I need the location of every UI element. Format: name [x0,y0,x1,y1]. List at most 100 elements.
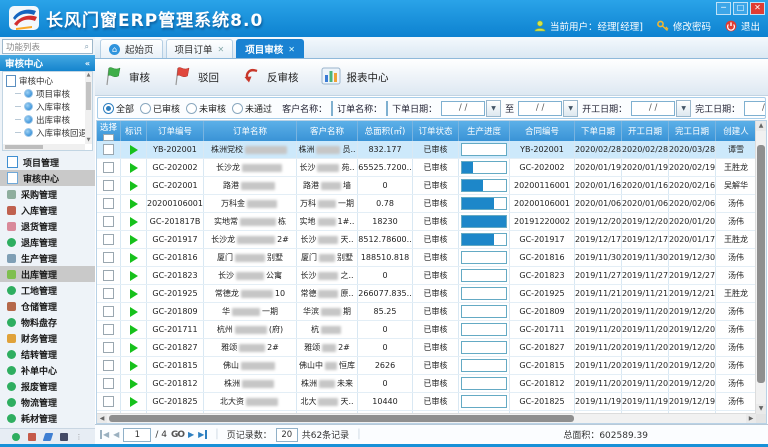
sidebar-item-10[interactable]: 仓储管理 [0,298,95,314]
row-checkbox[interactable] [103,270,114,281]
more-icon[interactable]: ⋮ [76,433,84,441]
sidebar-item-1[interactable]: 项目管理 [0,154,95,170]
column-header-8[interactable]: 合同编号 [510,121,575,141]
next-page-icon[interactable]: ▶ [188,430,194,439]
radio-icon[interactable] [103,103,114,114]
table-row[interactable]: GC-201816厦门别墅厦门别墅188510.818已审核GC-2018162… [97,249,756,267]
scroll-right-icon[interactable]: ▶ [746,414,756,423]
row-checkbox[interactable] [103,378,114,389]
row-checkbox[interactable] [103,252,114,263]
horizontal-scrollbar[interactable]: ◀ ▶ [97,413,756,423]
vertical-scrollbar[interactable]: ▲ ▼ [755,121,766,414]
row-checkbox[interactable] [103,306,114,317]
sidebar-item-7[interactable]: 生产管理 [0,250,95,266]
function-search-input[interactable]: 功能列表 ⌕ [2,39,93,54]
table-row[interactable]: GC-202002长沙龙长沙苑..65525.7200..已审核GC-20200… [97,159,756,177]
column-header-10[interactable]: 开工日期 [622,121,669,141]
table-row[interactable]: GC-201823长沙公寓长沙之..0已审核GC-2018232019/11/2… [97,267,756,285]
radio-option-已审核[interactable]: 已审核 [140,102,180,115]
order-name-input[interactable] [386,101,388,116]
radio-icon[interactable] [140,103,151,114]
row-checkbox[interactable] [103,162,114,173]
table-row[interactable]: GC-201817B实地常栋实地1#..18230已审核201912200022… [97,213,756,231]
calendar-dropdown-icon[interactable]: ▼ [486,100,501,117]
table-row[interactable]: GC-201711杭州(府)杭0已审核GC-2017112019/11/2020… [97,321,756,339]
table-row[interactable]: GC-201825北大资北大天..10440已审核GC-2018252019/1… [97,393,756,411]
sidebar-item-5[interactable]: 退货管理 [0,218,95,234]
sidebar-item-9[interactable]: 工地管理 [0,282,95,298]
tab-项目订单[interactable]: 项目订单✕ [166,39,234,58]
column-header-1[interactable]: 标识 [121,121,147,141]
scroll-left-icon[interactable]: ◀ [97,414,107,423]
tree-vertical-scrollbar[interactable]: ▲ ▼ [85,72,92,144]
select-all-checkbox[interactable] [103,134,114,141]
unapprove-button[interactable]: 反审核 [241,66,299,89]
table-row[interactable]: GC-201815佛山佛山中恒库2626已审核GC-2018152019/11/… [97,357,756,375]
sidebar-item-8[interactable]: 出库管理 [0,266,95,282]
change-password-button[interactable]: 修改密码 [657,19,711,33]
first-page-icon[interactable]: ◀ [100,430,109,439]
sidebar-item-11[interactable]: 物料盘存 [0,314,95,330]
radio-option-未通过[interactable]: 未通过 [232,102,272,115]
row-checkbox[interactable] [103,180,114,191]
sidebar-item-14[interactable]: 补单中心 [0,362,95,378]
table-row[interactable]: GC-201809华一期华滨期85.25已审核GC-2018092019/11/… [97,303,756,321]
row-checkbox[interactable] [103,288,114,299]
row-checkbox[interactable] [103,234,114,245]
tree-item[interactable]: 入库审核 [6,100,92,113]
vertical-scroll-thumb[interactable] [757,145,765,383]
table-row[interactable]: YB-202001株洲党校株洲员..832.177已审核YB-202001202… [97,141,756,159]
close-button[interactable]: ✕ [750,2,765,15]
row-checkbox[interactable] [103,396,114,407]
tree-root[interactable]: 审核中心 [6,74,92,87]
table-row[interactable]: 20200106001万科金万科一期0.78已审核202001060012020… [97,195,756,213]
table-row[interactable]: GC-201827雅颂2#雅颂2#0已审核GC-2018272019/11/20… [97,339,756,357]
sidebar-item-15[interactable]: 报废管理 [0,378,95,394]
column-header-6[interactable]: 订单状态 [413,121,459,141]
calendar-dropdown-icon[interactable]: ▼ [563,100,578,117]
radio-option-未审核[interactable]: 未审核 [186,102,226,115]
row-checkbox[interactable] [103,144,114,155]
pen-icon[interactable] [42,433,53,441]
tree-horizontal-scrollbar[interactable] [3,144,85,150]
start-date-input[interactable]: / / [631,101,675,116]
page-size-input[interactable]: 20 [276,428,298,442]
order-date-end-input[interactable]: / / [518,101,562,116]
scroll-down-icon[interactable]: ▼ [85,137,92,144]
book-icon[interactable] [60,433,68,441]
tree-item[interactable]: 入库审核回退 [6,126,92,139]
tree-item[interactable]: 出库审核 [6,113,92,126]
status-dot-icon[interactable] [12,433,20,441]
column-header-4[interactable]: 客户名称 [297,121,358,141]
tab-起始页[interactable]: ⌂起始页 [100,39,163,58]
column-header-5[interactable]: 总面积(㎡) [358,121,413,141]
sidebar-item-2[interactable]: 审核中心 [0,170,95,186]
reject-button[interactable]: 驳回 [172,66,219,89]
column-header-2[interactable]: 订单编号 [147,121,204,141]
finish-date-input[interactable]: / / [744,101,766,116]
sidebar-item-3[interactable]: 采购管理 [0,186,95,202]
scroll-down-icon[interactable]: ▼ [756,404,766,414]
report-center-button[interactable]: 报表中心 [321,66,389,89]
cart-icon[interactable] [28,433,36,441]
column-header-12[interactable]: 创建人 [716,121,757,141]
row-checkbox[interactable] [103,324,114,335]
close-tab-icon[interactable]: ✕ [218,45,225,54]
radio-icon[interactable] [232,103,243,114]
prev-page-icon[interactable]: ◀ [113,430,119,439]
tree-item[interactable]: 项目审核 [6,87,92,100]
radio-option-全部[interactable]: 全部 [103,102,134,115]
scroll-up-icon[interactable]: ▲ [85,72,92,79]
table-row[interactable]: GC-201812株洲株洲未来0已审核GC-2018122019/11/2020… [97,375,756,393]
horizontal-scroll-thumb[interactable] [109,415,574,422]
radio-icon[interactable] [186,103,197,114]
row-checkbox[interactable] [103,216,114,227]
go-button[interactable]: GO [171,430,184,440]
row-checkbox[interactable] [103,198,114,209]
row-checkbox[interactable] [103,342,114,353]
page-number-input[interactable]: 1 [123,428,151,442]
row-checkbox[interactable] [103,360,114,371]
maximize-button[interactable]: □ [733,2,748,15]
table-row[interactable]: GC-201925常德龙10常德原..266077.835..已审核GC-201… [97,285,756,303]
scroll-up-icon[interactable]: ▲ [756,121,766,131]
